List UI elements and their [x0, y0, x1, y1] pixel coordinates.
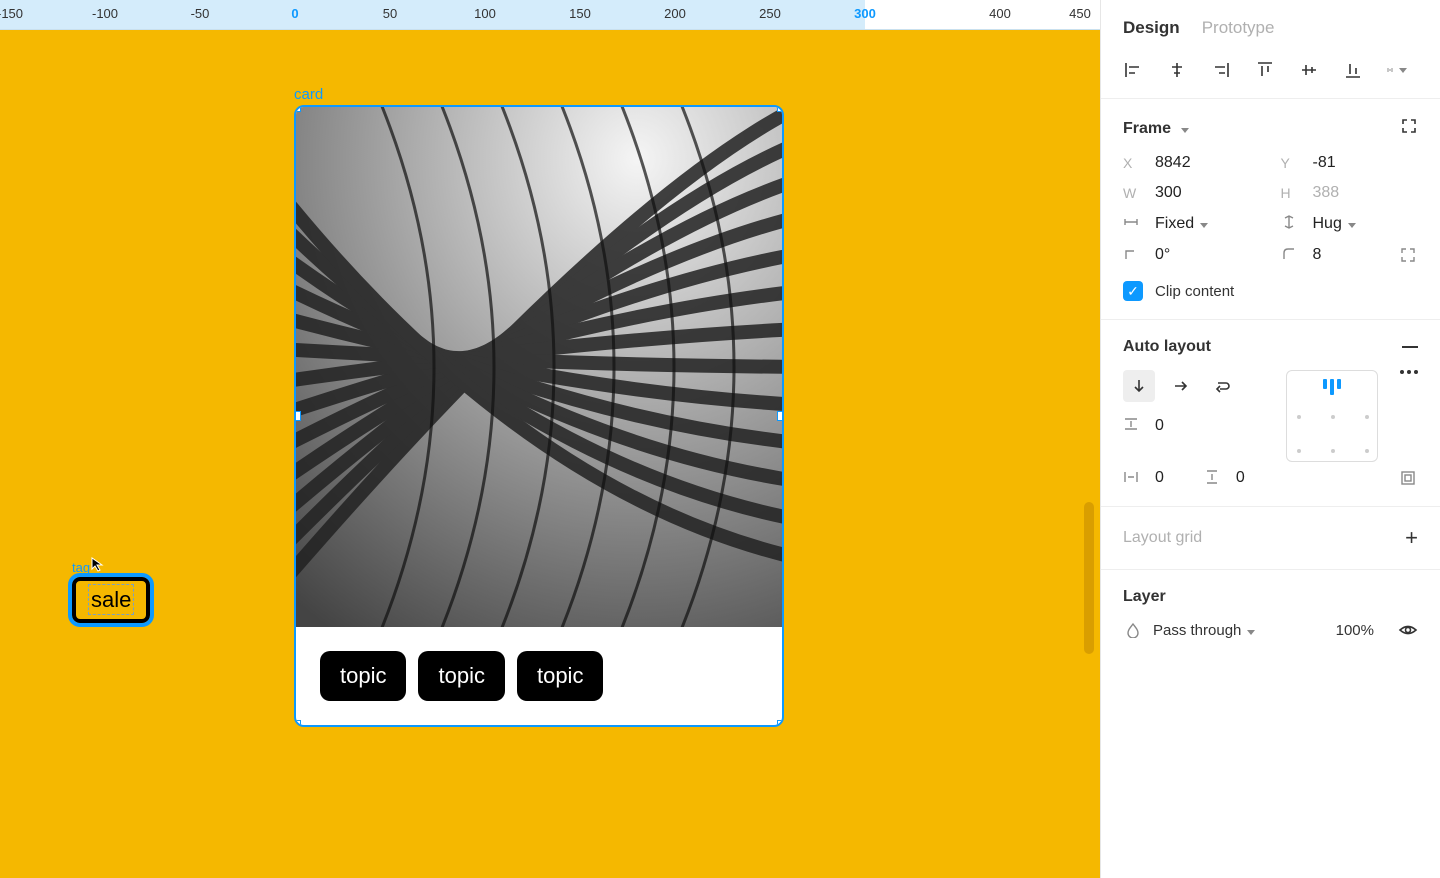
card-image[interactable]	[296, 107, 782, 627]
tab-design[interactable]: Design	[1123, 18, 1180, 38]
rotation-field[interactable]: 0°	[1123, 245, 1261, 265]
auto-layout-section: Auto layout 0	[1101, 320, 1440, 507]
frame-section: Frame X8842 Y-81 W300 H388 Fixed Hug 0°	[1101, 99, 1440, 320]
independent-corners-icon[interactable]	[1398, 245, 1418, 265]
align-center-v-icon[interactable]	[1299, 60, 1319, 80]
frame-label[interactable]: card	[294, 86, 784, 103]
opacity-field[interactable]: 100%	[1336, 622, 1374, 639]
ruler-tick: 50	[383, 6, 397, 21]
ruler-tick: 250	[759, 6, 781, 21]
align-top-icon[interactable]	[1255, 60, 1275, 80]
checkbox-checked-icon[interactable]: ✓	[1123, 281, 1143, 301]
direction-vertical-button[interactable]	[1123, 370, 1155, 402]
horizontal-ruler[interactable]: -150 -100 -50 0 50 100 150 200 250 300 4…	[0, 0, 1100, 30]
tab-prototype[interactable]: Prototype	[1202, 18, 1275, 38]
topic-tag[interactable]: topic	[320, 651, 406, 701]
visibility-icon[interactable]	[1398, 620, 1418, 640]
ruler-tick: -150	[0, 6, 23, 21]
y-field[interactable]: Y-81	[1281, 154, 1419, 172]
add-layout-grid-icon[interactable]: +	[1405, 525, 1418, 551]
gap-field[interactable]: 0	[1123, 416, 1239, 435]
card-frame-wrap[interactable]: card	[294, 86, 784, 727]
vertical-scrollbar[interactable]	[1084, 502, 1094, 654]
clip-content-label: Clip content	[1155, 283, 1234, 300]
width-resize-mode[interactable]: Fixed	[1123, 214, 1261, 233]
resize-to-fit-icon[interactable]	[1400, 117, 1418, 140]
layer-section: Layer Pass through 100%	[1101, 570, 1440, 658]
x-field[interactable]: X8842	[1123, 154, 1261, 172]
corner-radius-field[interactable]: 8	[1281, 245, 1419, 265]
padding-vertical-field[interactable]: 0	[1204, 469, 1245, 488]
ruler-tick: 300	[854, 6, 876, 21]
canvas[interactable]: -150 -100 -50 0 50 100 150 200 250 300 4…	[0, 0, 1100, 878]
selection-handle[interactable]	[777, 411, 784, 421]
ruler-tick: -50	[191, 6, 210, 21]
layout-grid-section: Layout grid +	[1101, 507, 1440, 570]
clip-content-row[interactable]: ✓ Clip content	[1123, 281, 1418, 301]
selection-handle[interactable]	[294, 720, 301, 727]
direction-horizontal-button[interactable]	[1165, 370, 1197, 402]
tag-text: sale	[88, 584, 134, 615]
ruler-tick: 450	[1069, 6, 1091, 21]
alignment-box[interactable]	[1286, 370, 1378, 462]
remove-auto-layout-icon[interactable]	[1402, 346, 1418, 348]
selection-handle[interactable]	[294, 105, 301, 112]
width-field[interactable]: W300	[1123, 184, 1261, 202]
independent-padding-icon[interactable]	[1398, 468, 1418, 488]
panel-tabs: Design Prototype	[1101, 0, 1440, 52]
blend-mode-select[interactable]: Pass through	[1153, 622, 1255, 639]
blend-mode-icon[interactable]	[1123, 620, 1143, 640]
card-frame[interactable]: topic topic topic 300 × Hug	[294, 105, 784, 727]
alignment-row	[1101, 52, 1440, 99]
ruler-tick: 100	[474, 6, 496, 21]
topic-tag[interactable]: topic	[517, 651, 603, 701]
height-field[interactable]: H388	[1281, 184, 1419, 202]
selection-handle[interactable]	[294, 411, 301, 421]
distribute-icon[interactable]	[1387, 60, 1407, 80]
inspector-panel: Design Prototype Frame X8842 Y-81 W300 H…	[1100, 0, 1440, 878]
ruler-tick: 150	[569, 6, 591, 21]
tag-element[interactable]: sale	[72, 577, 150, 623]
height-resize-mode[interactable]: Hug	[1281, 214, 1419, 233]
align-bottom-icon[interactable]	[1343, 60, 1363, 80]
selection-handle[interactable]	[777, 105, 784, 112]
frame-label[interactable]: tag	[72, 560, 150, 575]
align-left-icon[interactable]	[1123, 60, 1143, 80]
card-footer[interactable]: topic topic topic	[296, 627, 782, 725]
align-right-icon[interactable]	[1211, 60, 1231, 80]
direction-wrap-button[interactable]	[1207, 370, 1239, 402]
layout-grid-title: Layout grid	[1123, 529, 1202, 547]
layer-title: Layer	[1123, 588, 1166, 606]
ruler-tick: 0	[291, 6, 298, 21]
align-center-h-icon[interactable]	[1167, 60, 1187, 80]
auto-layout-title: Auto layout	[1123, 338, 1211, 356]
tag-frame[interactable]: tag sale	[72, 560, 150, 623]
padding-horizontal-field[interactable]: 0	[1123, 469, 1164, 488]
selection-handle[interactable]	[777, 720, 784, 727]
frame-section-title[interactable]: Frame	[1123, 120, 1189, 138]
ruler-tick: 200	[664, 6, 686, 21]
ruler-tick: 400	[989, 6, 1011, 21]
auto-layout-more-icon[interactable]	[1400, 370, 1418, 374]
topic-tag[interactable]: topic	[418, 651, 504, 701]
ruler-tick: -100	[92, 6, 118, 21]
